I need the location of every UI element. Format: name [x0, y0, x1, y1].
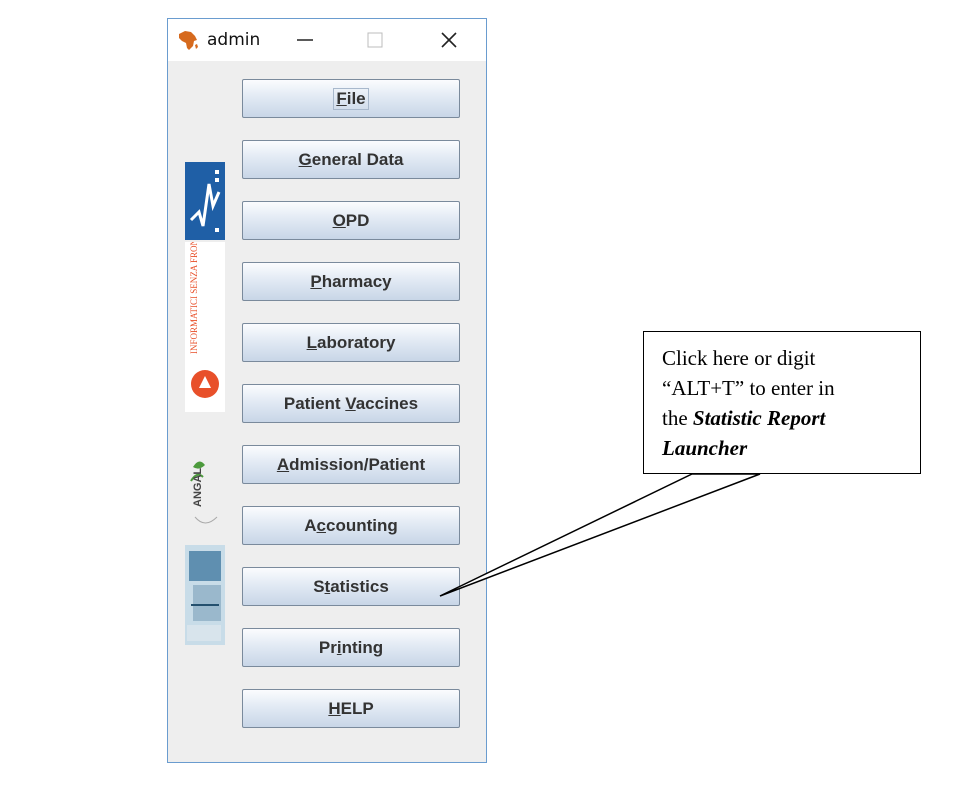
callout-box: Click here or digit “ALT+T” to enter in …	[643, 331, 921, 474]
callout-line-3: the Statistic Report	[662, 406, 826, 430]
callout-emphasis: Statistic Report	[692, 406, 826, 430]
callout-line-4: Launcher	[662, 436, 748, 460]
callout-line-1: Click here or digit	[662, 346, 816, 370]
callout-line-2: “ALT+T” to enter in	[662, 376, 835, 400]
